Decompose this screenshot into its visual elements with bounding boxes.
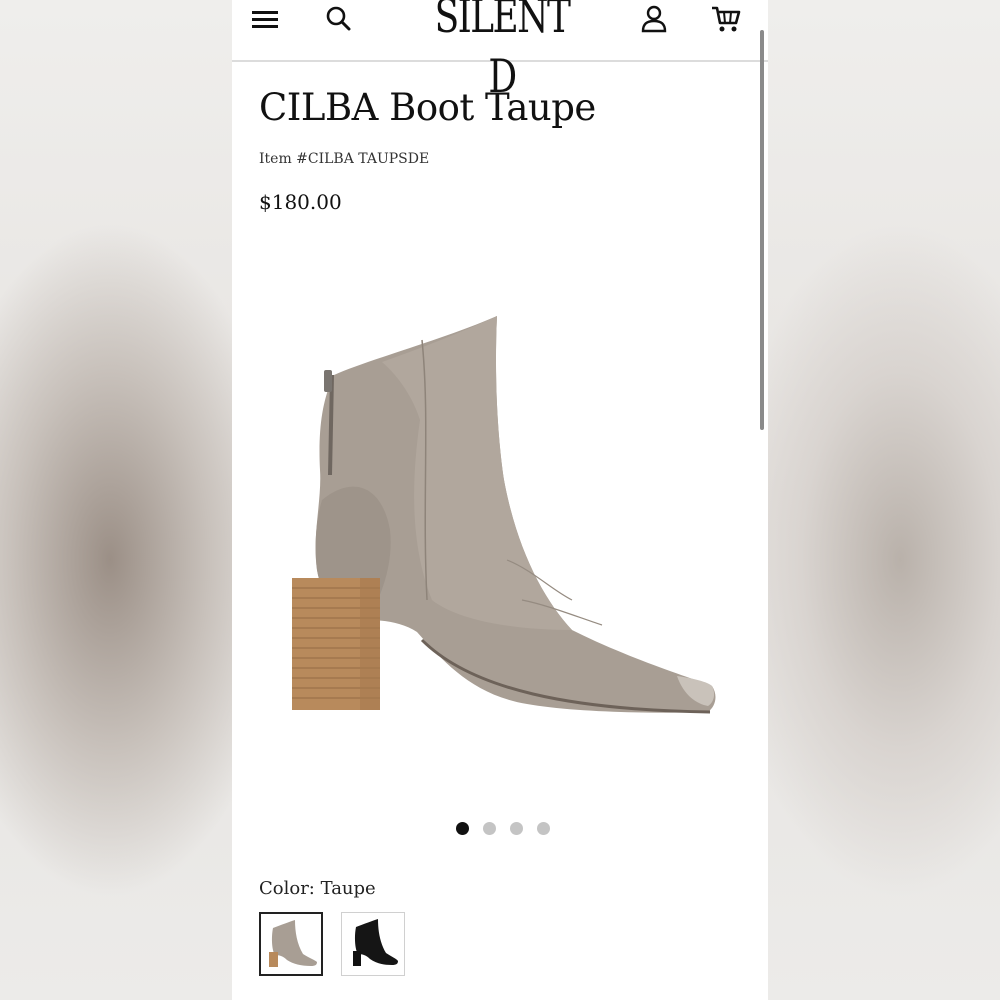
black-boot-thumbnail <box>353 919 398 966</box>
color-label: Color: Taupe <box>259 878 376 899</box>
search-icon[interactable] <box>324 4 352 32</box>
product-page: SILENT D CILBA Boot Taupe Item #CILBA TA… <box>232 0 768 1000</box>
carousel-dot-2[interactable] <box>483 822 496 835</box>
product-title: CILBA Boot Taupe <box>259 86 596 129</box>
page-scrollbar[interactable] <box>760 30 764 430</box>
brand-logo[interactable]: SILENT D <box>424 0 580 103</box>
menu-icon[interactable] <box>250 5 280 33</box>
carousel-dot-1[interactable] <box>456 822 469 835</box>
product-price: $180.00 <box>259 190 342 214</box>
product-image-boot[interactable] <box>272 300 732 730</box>
carousel-indicators <box>456 822 556 836</box>
carousel-dot-3[interactable] <box>510 822 523 835</box>
item-number: Item #CILBA TAUPSDE <box>259 151 430 167</box>
color-swatch-taupe[interactable] <box>259 912 323 976</box>
carousel-dot-4[interactable] <box>537 822 550 835</box>
taupe-boot-thumbnail <box>269 920 317 967</box>
account-icon[interactable] <box>640 3 668 33</box>
color-swatch-black[interactable] <box>341 912 405 976</box>
site-header: SILENT D <box>232 0 768 103</box>
cart-icon[interactable] <box>710 3 742 33</box>
